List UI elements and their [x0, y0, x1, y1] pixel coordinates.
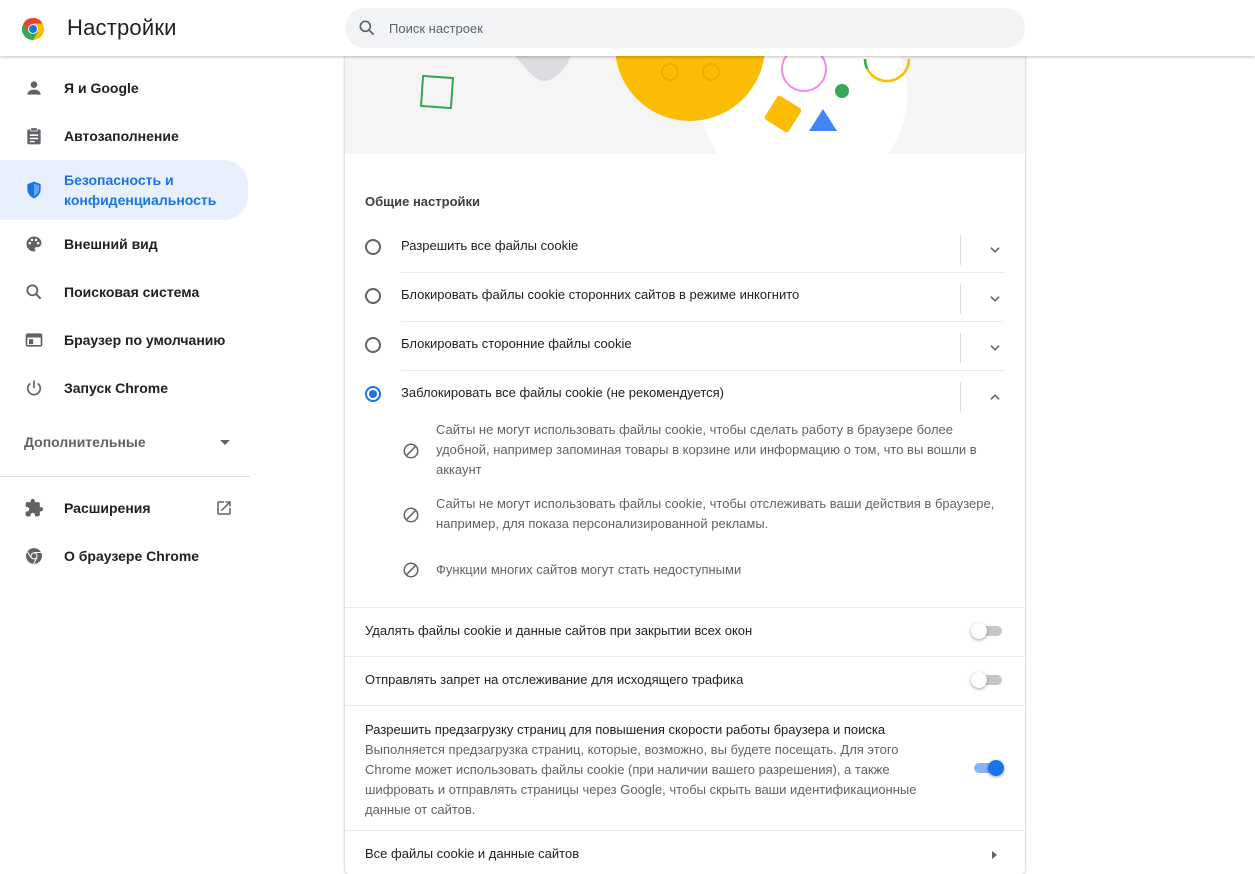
- sidebar-item-label: Безопасность и конфиденциальность: [64, 172, 217, 208]
- page-title: Настройки: [67, 15, 177, 40]
- vertical-separator: [960, 333, 961, 363]
- preload-title: Разрешить предзагрузку страниц для повыш…: [365, 722, 886, 737]
- radio-button-checked[interactable]: [365, 386, 381, 402]
- top-toolbar: Настройки: [0, 0, 1255, 56]
- search-icon: [359, 20, 375, 36]
- preload-toggle[interactable]: [971, 760, 1004, 776]
- sidebar-item-you-and-google[interactable]: Я и Google: [0, 64, 248, 112]
- sidebar-item-appearance[interactable]: Внешний вид: [0, 220, 248, 268]
- sidebar-item-label: Я и Google: [64, 80, 139, 96]
- chevron-down-icon: [990, 296, 1000, 302]
- sidebar-item-label: Поисковая система: [64, 284, 200, 300]
- preload-description: Выполняется предзагрузка страниц, которы…: [365, 742, 917, 817]
- block-icon: [403, 443, 419, 459]
- cookie-option-block-all[interactable]: Заблокировать все файлы cookie (не реком…: [345, 370, 1025, 418]
- block-icon: [403, 507, 419, 523]
- cookies-settings-card: Общие настройки Разрешить все файлы cook…: [345, 56, 1025, 874]
- block-detail-text: Сайты не могут использовать файлы cookie…: [436, 422, 977, 477]
- chevron-down-icon: [990, 345, 1000, 351]
- all-cookies-link[interactable]: Все файлы cookie и данные сайтов: [345, 831, 1025, 874]
- block-detail-text: Сайты не могут использовать файлы cookie…: [436, 496, 995, 531]
- sidebar-item-label: Запуск Chrome: [64, 380, 169, 396]
- vertical-separator: [960, 284, 961, 314]
- person-icon: [23, 77, 45, 99]
- option-label: Заблокировать все файлы cookie (не реком…: [401, 385, 725, 400]
- clear-on-exit-toggle[interactable]: [971, 623, 1003, 639]
- cookie-option-allow-all[interactable]: Разрешить все файлы cookie: [345, 223, 1025, 271]
- sidebar-item-extensions[interactable]: Расширения: [0, 484, 248, 532]
- puzzle-icon: [23, 497, 45, 519]
- radio-button[interactable]: [365, 337, 381, 353]
- cookie-option-block-third-party[interactable]: Блокировать сторонние файлы cookie: [345, 321, 1025, 369]
- sidebar-item-search-engine[interactable]: Поисковая система: [0, 268, 248, 316]
- arrow-right-icon: [992, 851, 997, 859]
- sidebar-item-autofill[interactable]: Автозаполнение: [0, 112, 248, 160]
- section-title: Общие настройки: [365, 194, 480, 209]
- power-icon: [23, 377, 45, 399]
- expand-button[interactable]: [983, 336, 1007, 360]
- vertical-separator: [960, 382, 961, 412]
- toggle-knob: [971, 623, 987, 639]
- all-cookies-label: Все файлы cookie и данные сайтов: [365, 846, 580, 861]
- sidebar: Я и Google Автозаполнение Безопасность и…: [0, 56, 252, 874]
- advanced-toggle[interactable]: Дополнительные: [24, 434, 234, 454]
- cookies-illustration: [345, 56, 1025, 154]
- search-icon: [23, 281, 45, 303]
- search-box[interactable]: [345, 8, 1025, 48]
- shield-icon: [23, 179, 45, 201]
- chevron-down-icon: [990, 247, 1000, 253]
- expand-button[interactable]: [983, 287, 1007, 311]
- clear-on-exit-label: Удалять файлы cookie и данные сайтов при…: [365, 623, 753, 638]
- sidebar-item-label: Внешний вид: [64, 236, 158, 252]
- sidebar-item-default-browser[interactable]: Браузер по умолчанию: [0, 316, 248, 364]
- dropdown-arrow-icon: [220, 440, 230, 445]
- open-in-new-icon: [217, 501, 231, 515]
- search-input[interactable]: [389, 8, 1009, 48]
- collapse-button[interactable]: [983, 385, 1007, 409]
- sidebar-item-label: О браузере Chrome: [64, 548, 200, 564]
- sidebar-item-on-startup[interactable]: Запуск Chrome: [0, 364, 248, 412]
- sidebar-item-label: Автозаполнение: [64, 128, 179, 144]
- advanced-label: Дополнительные: [24, 434, 146, 450]
- chrome-outline-icon: [23, 545, 45, 567]
- chrome-logo-icon: [21, 18, 44, 40]
- sidebar-divider: [0, 476, 250, 477]
- cookie-option-block-incognito[interactable]: Блокировать файлы cookie сторонних сайто…: [345, 272, 1025, 320]
- radio-button[interactable]: [365, 239, 381, 255]
- sidebar-item-about-chrome[interactable]: О браузере Chrome: [0, 532, 248, 580]
- expand-button[interactable]: [983, 238, 1007, 262]
- option-label: Блокировать файлы cookie сторонних сайто…: [401, 287, 800, 302]
- sidebar-item-label: Браузер по умолчанию: [64, 332, 226, 348]
- option-label: Блокировать сторонние файлы cookie: [401, 336, 632, 351]
- section-divider: [345, 656, 1025, 657]
- vertical-separator: [960, 235, 961, 265]
- palette-icon: [23, 233, 45, 255]
- option-label: Разрешить все файлы cookie: [401, 238, 579, 253]
- clipboard-icon: [23, 125, 45, 147]
- do-not-track-toggle[interactable]: [971, 672, 1003, 688]
- toggle-knob: [988, 760, 1004, 776]
- block-detail-text: Функции многих сайтов могут стать недост…: [436, 562, 742, 577]
- block-icon: [403, 562, 419, 578]
- toggle-knob: [971, 672, 987, 688]
- do-not-track-label: Отправлять запрет на отслеживание для ис…: [365, 672, 744, 687]
- chevron-up-icon: [990, 394, 1000, 400]
- browser-window-icon: [23, 329, 45, 351]
- section-divider: [345, 607, 1025, 608]
- radio-button[interactable]: [365, 288, 381, 304]
- sidebar-item-label: Расширения: [64, 500, 151, 516]
- sidebar-item-privacy[interactable]: Безопасность и конфиденциальность: [0, 160, 248, 220]
- section-divider: [345, 705, 1025, 706]
